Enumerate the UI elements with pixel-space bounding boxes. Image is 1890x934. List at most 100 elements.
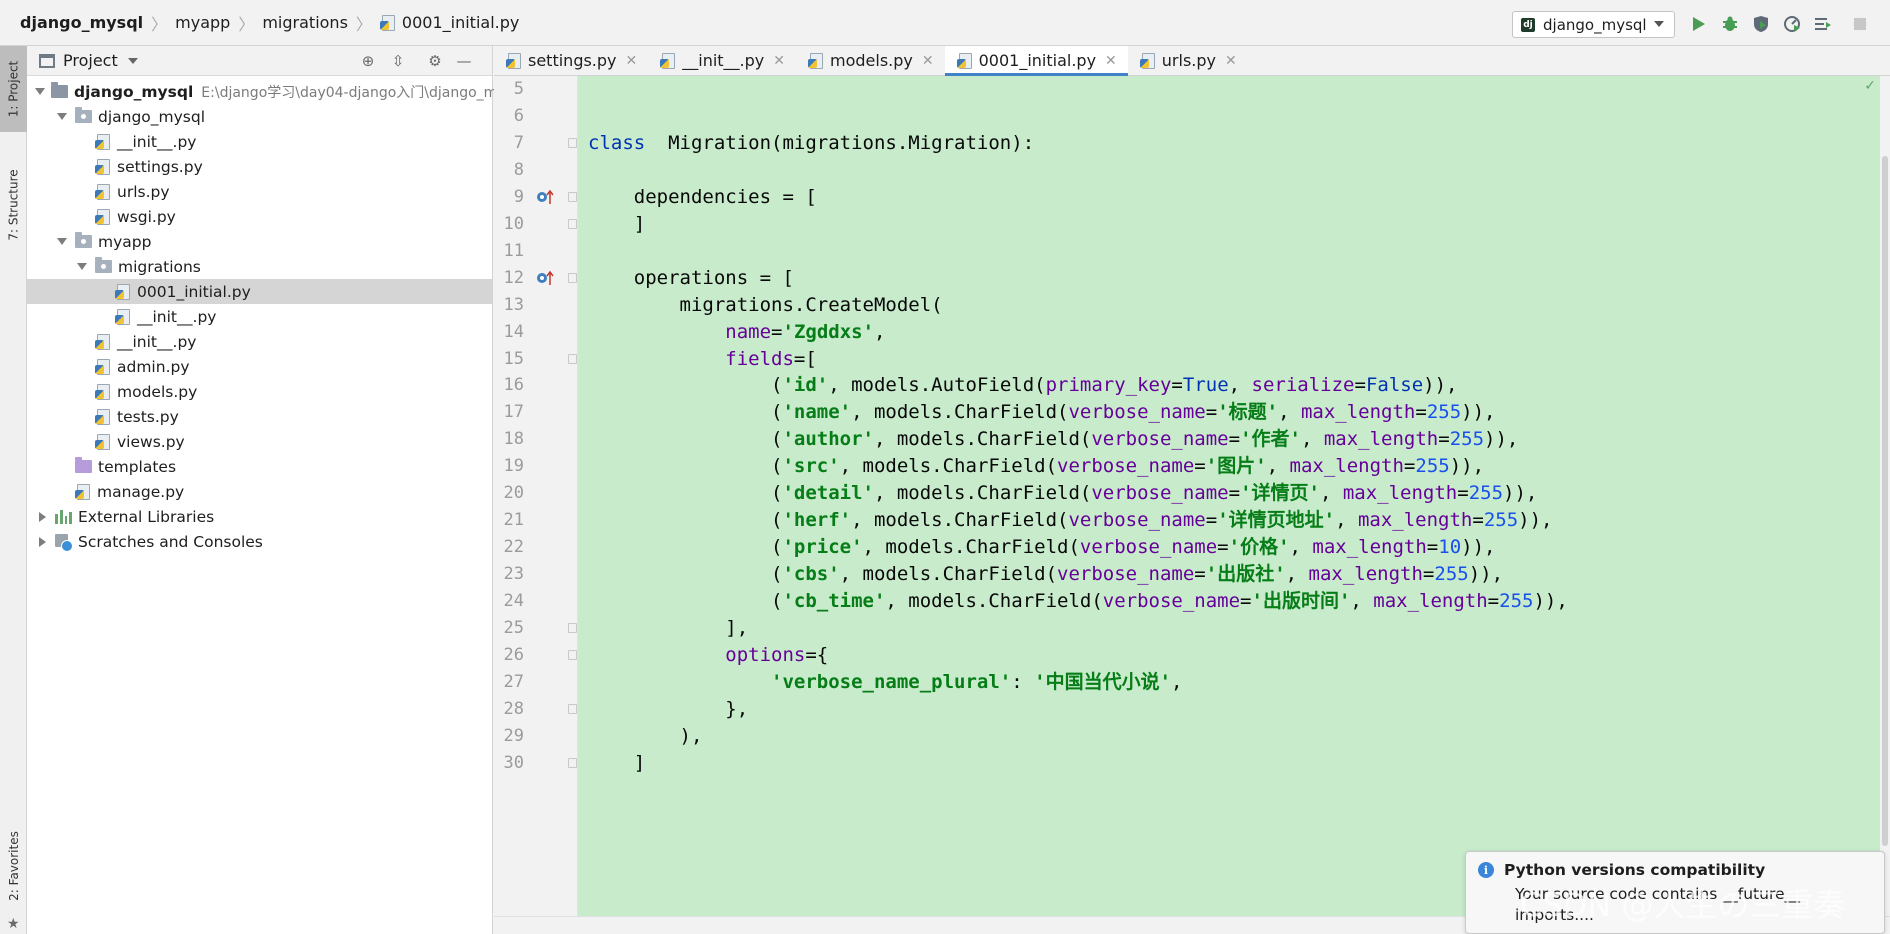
override-marker-icon[interactable] (536, 270, 554, 286)
tree-item[interactable]: urls.py (27, 179, 492, 204)
chevron-down-icon[interactable] (35, 88, 45, 95)
override-marker-icon[interactable] (536, 189, 554, 205)
tree-item-label: External Libraries (78, 507, 215, 526)
tree-item[interactable]: models.py (27, 379, 492, 404)
debug-icon[interactable] (1720, 14, 1740, 34)
chevron-down-icon[interactable] (127, 57, 138, 64)
tree-item[interactable]: myapp (27, 229, 492, 254)
code-line: ] (588, 750, 645, 777)
line-number: 26 (503, 644, 524, 665)
line-number: 29 (503, 725, 524, 746)
tree-item[interactable]: __init__.py (27, 329, 492, 354)
tree-item[interactable]: wsgi.py (27, 204, 492, 229)
breadcrumb-project[interactable]: django_mysql (14, 0, 149, 45)
close-icon[interactable]: ✕ (1225, 53, 1237, 69)
tree-item-label: views.py (117, 432, 185, 451)
fold-marker-icon[interactable] (568, 703, 577, 714)
code-token: = (1194, 563, 1206, 586)
python-file-icon (95, 383, 111, 400)
code-token: )), (1484, 428, 1519, 451)
fold-marker-icon[interactable] (568, 218, 577, 229)
tree-item[interactable]: Scratches and Consoles (27, 529, 492, 554)
profile-icon[interactable] (1782, 14, 1802, 34)
tree-item[interactable]: __init__.py (27, 129, 492, 154)
tree-item-label: 0001_initial.py (137, 282, 251, 301)
breadcrumb-file-label: 0001_initial.py (401, 13, 520, 32)
tree-item[interactable]: External Libraries (27, 504, 492, 529)
build-icon[interactable] (1813, 14, 1833, 34)
code-token: ( (588, 401, 783, 424)
code-token: , models.CharField( (885, 590, 1103, 613)
close-icon[interactable]: ✕ (773, 53, 785, 69)
code-token: '作者' (1240, 428, 1301, 451)
code-token: , (1289, 536, 1313, 559)
fold-marker-icon[interactable] (568, 272, 577, 283)
code-editor[interactable]: ✓ class Migration(migrations.Migration):… (578, 76, 1880, 916)
editor-tab[interactable]: models.py ✕ (796, 46, 945, 75)
notification-body-link[interactable]: imports.... (1515, 905, 1872, 926)
collapse-all-icon[interactable]: ⇳ (390, 52, 406, 70)
tree-item[interactable]: settings.py (27, 154, 492, 179)
breadcrumb-app[interactable]: myapp (169, 0, 236, 45)
chevron-down-icon[interactable] (55, 238, 69, 245)
hide-panel-icon[interactable]: — (456, 52, 472, 70)
fold-marker-icon[interactable] (568, 757, 577, 768)
editor-tab[interactable]: 0001_initial.py ✕ (944, 46, 1128, 76)
tree-item[interactable]: manage.py (27, 479, 492, 504)
code-line: }, (588, 696, 748, 723)
stop-icon[interactable] (1850, 14, 1870, 34)
line-number: 8 (513, 159, 524, 180)
fold-marker-icon[interactable] (568, 623, 577, 633)
tree-item[interactable]: templates (27, 454, 492, 479)
chevron-down-icon[interactable] (75, 263, 89, 270)
project-panel-title[interactable]: Project (63, 51, 118, 70)
locate-file-icon[interactable]: ⊕ (360, 52, 376, 70)
tree-item[interactable]: django_mysql (27, 104, 492, 129)
tree-item[interactable]: views.py (27, 429, 492, 454)
tree-item[interactable]: __init__.py (27, 304, 492, 329)
close-icon[interactable]: ✕ (922, 53, 934, 69)
fold-marker-icon[interactable] (568, 353, 577, 364)
tree-item-label: django_mysql (98, 107, 206, 126)
tree-item[interactable]: 0001_initial.py (27, 279, 492, 304)
notification-balloon[interactable]: i Python versions compatibility Your sou… (1465, 851, 1885, 934)
code-token: max_length (1312, 536, 1427, 559)
scratches-icon (55, 533, 73, 552)
tree-item[interactable]: migrations (27, 254, 492, 279)
django-icon: dj (1521, 17, 1535, 32)
tree-item-label: __init__.py (117, 132, 197, 151)
fold-marker-icon[interactable] (568, 137, 577, 148)
editor-tab[interactable]: settings.py ✕ (494, 46, 648, 75)
fold-marker-icon[interactable] (568, 191, 577, 202)
tree-item[interactable]: django_mysql E:\django学习\day04-django入门\d… (27, 79, 497, 104)
gear-icon[interactable]: ⚙ (427, 52, 443, 70)
code-line: ('cb_time', models.CharField(verbose_nam… (588, 588, 1568, 615)
run-icon[interactable] (1689, 14, 1709, 34)
breadcrumb-file[interactable]: 0001_initial.py (374, 0, 525, 45)
chevron-right-icon[interactable] (35, 537, 49, 547)
close-icon[interactable]: ✕ (626, 53, 638, 69)
code-token: = (1415, 401, 1427, 424)
run-configuration-select[interactable]: dj django_mysql (1512, 11, 1675, 38)
notification-body-line: Your source code contains __future__ (1515, 885, 1801, 903)
chevron-down-icon[interactable] (55, 113, 69, 120)
tree-item-label: models.py (117, 382, 198, 401)
chevron-right-icon[interactable] (35, 512, 49, 522)
fold-marker-icon[interactable] (568, 649, 577, 660)
favorites-tool-tab[interactable]: 2: Favorites (0, 816, 27, 916)
code-token: )), (1461, 401, 1496, 424)
tree-item[interactable]: admin.py (27, 354, 492, 379)
coverage-icon[interactable] (1751, 14, 1771, 34)
inspection-ok-icon[interactable]: ✓ (1864, 78, 1876, 94)
close-icon[interactable]: ✕ (1105, 53, 1117, 69)
code-token: = (1205, 509, 1218, 532)
editor-tab[interactable]: __init__.py ✕ (648, 46, 796, 75)
tree-item[interactable]: tests.py (27, 404, 492, 429)
editor-tab[interactable]: urls.py ✕ (1128, 46, 1248, 75)
vertical-scrollbar[interactable] (1880, 76, 1890, 916)
structure-tool-tab[interactable]: 7: Structure (0, 150, 27, 260)
project-tool-tab[interactable]: 1: Project (0, 46, 27, 132)
breadcrumb-migrations[interactable]: migrations (256, 0, 354, 45)
scrollbar-thumb[interactable] (1882, 156, 1888, 846)
